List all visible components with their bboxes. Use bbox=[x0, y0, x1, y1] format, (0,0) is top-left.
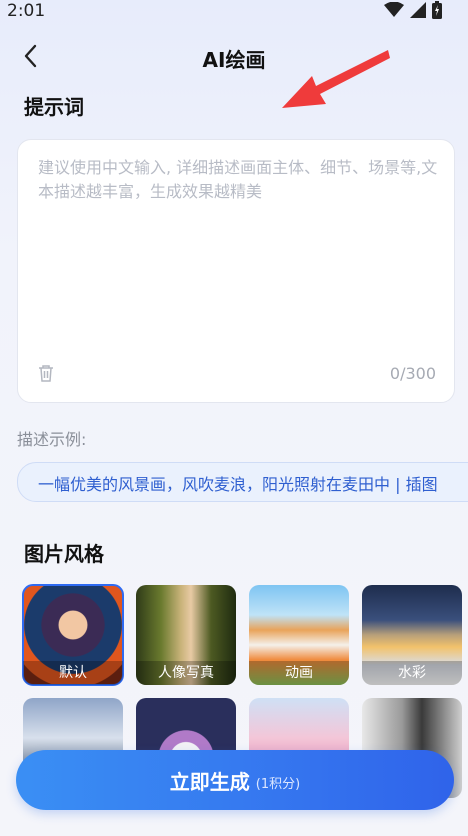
style-tile-label: 人像写真 bbox=[136, 661, 236, 685]
examples-label: 描述示例: bbox=[17, 430, 87, 449]
header: AI绘画 bbox=[0, 38, 468, 78]
battery-icon bbox=[432, 1, 442, 19]
prompt-input[interactable] bbox=[38, 156, 438, 346]
example-chip[interactable]: 一幅优美的风景画，风吹麦浪，阳光照射在麦田中 | 插图 bbox=[17, 462, 468, 502]
char-counter: 0/300 bbox=[389, 364, 436, 383]
style-tile-default[interactable]: 默认 bbox=[22, 584, 124, 686]
annotation-arrow-icon bbox=[282, 50, 390, 108]
wifi-icon bbox=[384, 2, 404, 17]
status-icons bbox=[384, 1, 442, 19]
example-text: 一幅优美的风景画，风吹麦浪，阳光照射在麦田中 | 插图 bbox=[38, 475, 438, 494]
page-title: AI绘画 bbox=[202, 48, 266, 72]
style-tile-label: 默认 bbox=[23, 661, 123, 685]
style-tile-animation[interactable]: 动画 bbox=[249, 585, 349, 685]
signal-icon bbox=[410, 2, 426, 18]
styles-section-title: 图片风格 bbox=[24, 542, 104, 566]
generate-label: 立即生成 bbox=[169, 769, 250, 794]
style-tile-watercolor[interactable]: 水彩 bbox=[362, 585, 462, 685]
status-bar: 2:01 bbox=[0, 0, 468, 24]
generate-cost: (1积分) bbox=[255, 776, 301, 792]
style-tile-portrait[interactable]: 人像写真 bbox=[136, 585, 236, 685]
style-tile-label: 水彩 bbox=[362, 661, 462, 685]
style-tile-label: 动画 bbox=[249, 661, 349, 685]
status-time: 2:01 bbox=[7, 1, 46, 21]
trash-icon bbox=[39, 365, 53, 382]
generate-button[interactable]: 立即生成 (1积分) bbox=[16, 750, 454, 810]
prompt-box: 0/300 bbox=[17, 139, 455, 403]
clear-prompt-button[interactable] bbox=[38, 364, 54, 386]
prompt-section-title: 提示词 bbox=[24, 95, 84, 119]
